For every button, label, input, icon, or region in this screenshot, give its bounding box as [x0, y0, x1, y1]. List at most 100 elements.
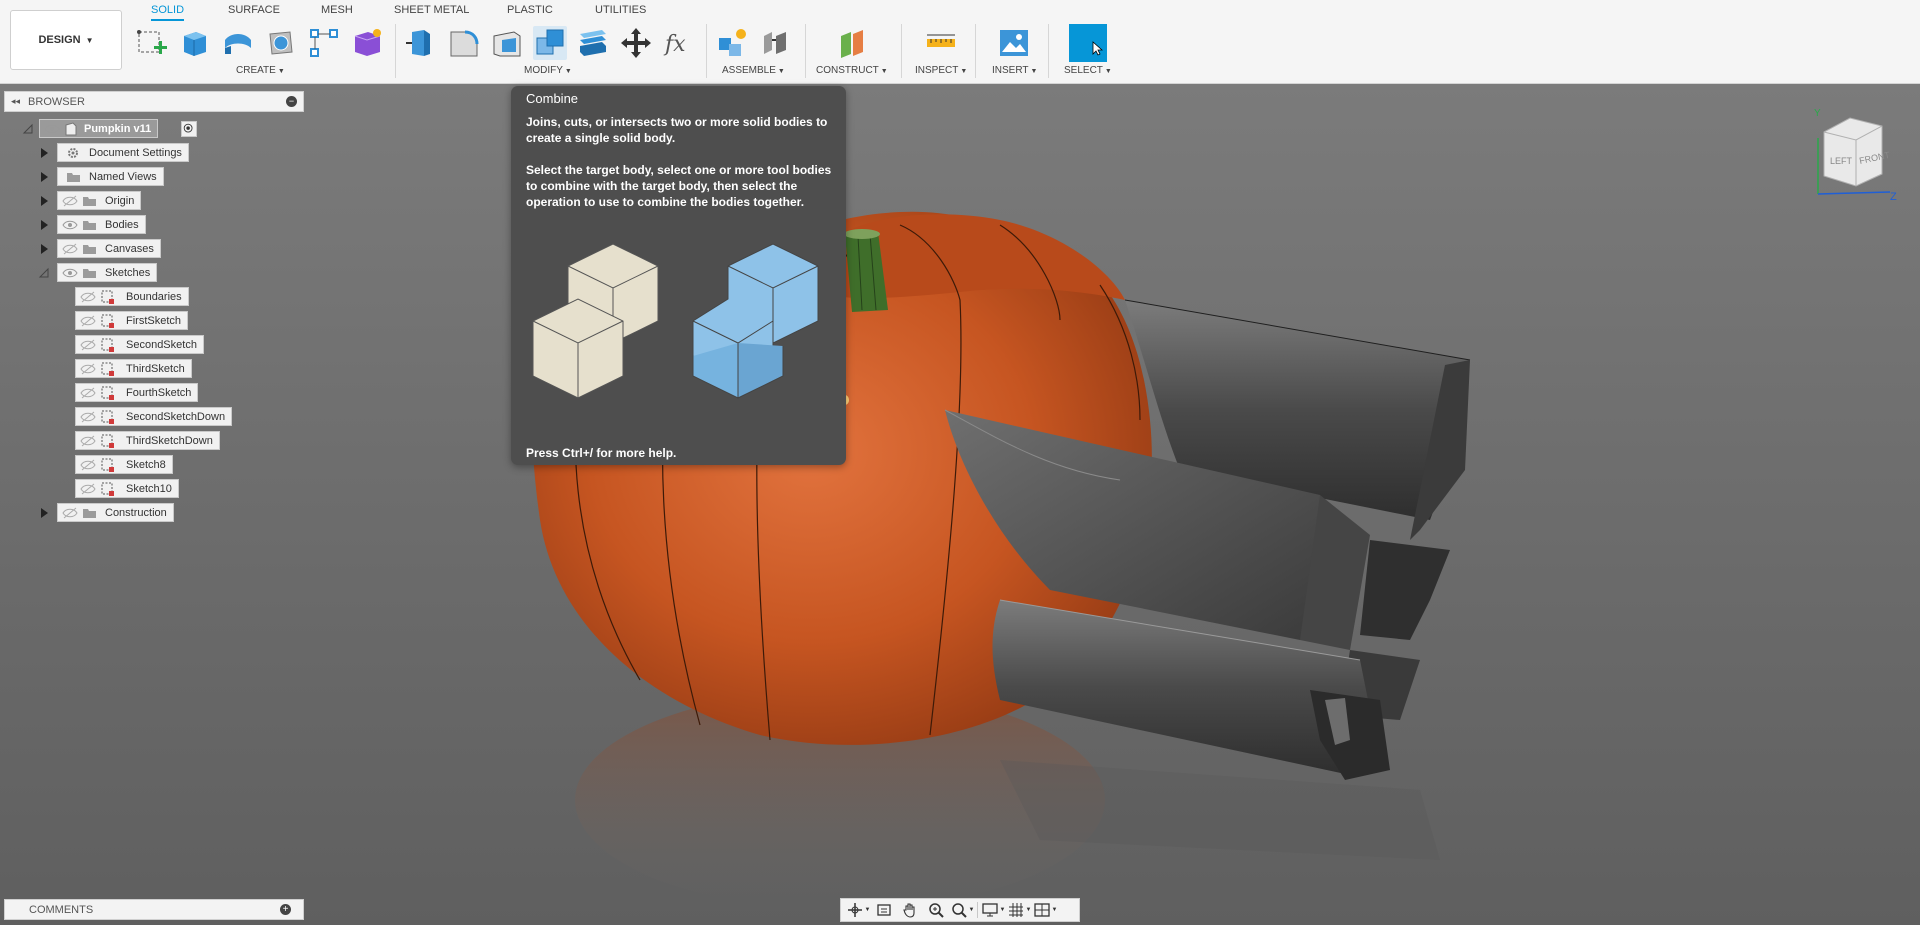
tree-item-sketch[interactable]: Sketch8: [75, 455, 173, 474]
split-body-button[interactable]: [576, 26, 610, 60]
tree-item-sketch[interactable]: SecondSketch: [75, 335, 204, 354]
fit-button[interactable]: ▼: [949, 900, 975, 920]
graphics-viewport[interactable]: [0, 84, 1920, 925]
tab-utilities[interactable]: UTILITIES: [595, 4, 646, 19]
assemble-menu[interactable]: ASSEMBLE ▼: [722, 65, 785, 76]
tab-solid[interactable]: SOLID: [151, 4, 185, 21]
move-copy-button[interactable]: [619, 26, 653, 60]
tab-sheet-metal[interactable]: SHEET METAL: [394, 4, 469, 19]
tree-item-sketches[interactable]: Sketches: [57, 263, 158, 282]
eye-hidden-icon[interactable]: [80, 291, 96, 303]
sketch-icon: [101, 362, 114, 376]
parameters-button[interactable]: fx: [662, 26, 696, 60]
tree-item-sketch[interactable]: ThirdSketchDown: [75, 431, 220, 450]
expand-arrow-icon[interactable]: [38, 147, 50, 159]
pan-button[interactable]: [897, 900, 923, 920]
insert-menu[interactable]: INSERT ▼: [992, 65, 1037, 76]
collapse-panel-icon[interactable]: ◂◂: [11, 96, 20, 107]
eye-icon[interactable]: [62, 267, 78, 279]
expand-arrow-icon[interactable]: [38, 171, 50, 183]
sketch-icon: [101, 386, 114, 400]
extrude-button[interactable]: [178, 26, 212, 60]
collapse-arrow-icon[interactable]: [22, 123, 34, 135]
activate-radio-icon[interactable]: [181, 121, 197, 137]
eye-hidden-icon[interactable]: [62, 195, 78, 207]
tree-item-label: Origin: [105, 194, 135, 207]
eye-hidden-icon[interactable]: [80, 459, 96, 471]
tree-item-canvases[interactable]: Canvases: [57, 239, 161, 258]
eye-icon[interactable]: [44, 123, 60, 135]
inspect-menu[interactable]: INSPECT ▼: [915, 65, 967, 76]
add-comment-icon[interactable]: +: [280, 904, 291, 915]
expand-arrow-icon[interactable]: [38, 195, 50, 207]
tree-item-sketch[interactable]: SecondSketchDown: [75, 407, 233, 426]
eye-hidden-icon[interactable]: [80, 483, 96, 495]
tree-item-label: ThirdSketch: [126, 362, 185, 375]
expand-arrow-icon[interactable]: [38, 243, 50, 255]
view-cube[interactable]: Y Z LEFT FRONT: [1810, 104, 1900, 204]
eye-hidden-icon[interactable]: [62, 507, 78, 519]
eye-hidden-icon[interactable]: [80, 387, 96, 399]
sketch-icon: [101, 338, 114, 352]
combine-button[interactable]: [533, 26, 567, 60]
revolve-button[interactable]: [221, 26, 255, 60]
select-menu[interactable]: SELECT ▼: [1064, 65, 1112, 76]
sketch-icon: [101, 434, 114, 448]
tree-item-origin[interactable]: Origin: [57, 191, 142, 210]
look-at-button[interactable]: [871, 900, 897, 920]
fillet-button[interactable]: [447, 26, 481, 60]
eye-icon[interactable]: [62, 219, 78, 231]
cube-face-left[interactable]: LEFT: [1830, 156, 1853, 166]
grid-settings-button[interactable]: ▼: [1006, 900, 1032, 920]
create-menu[interactable]: CREATE ▼: [236, 65, 285, 76]
tree-item-sketch[interactable]: Boundaries: [75, 287, 189, 306]
expand-arrow-icon[interactable]: [38, 507, 50, 519]
eye-hidden-icon[interactable]: [80, 339, 96, 351]
eye-hidden-icon[interactable]: [80, 363, 96, 375]
insert-canvas-button[interactable]: [997, 26, 1031, 60]
tree-root-document[interactable]: Pumpkin v11: [39, 119, 159, 138]
hole-button[interactable]: [264, 26, 298, 60]
tree-item-sketch[interactable]: ThirdSketch: [75, 359, 192, 378]
eye-hidden-icon[interactable]: [80, 315, 96, 327]
orbit-button[interactable]: ▼: [845, 900, 871, 920]
tree-item-document-settings[interactable]: Document Settings: [57, 143, 189, 162]
zoom-button[interactable]: [923, 900, 949, 920]
tree-item-bodies[interactable]: Bodies: [57, 215, 146, 234]
image-icon: [1000, 30, 1028, 56]
collapse-arrow-icon[interactable]: [38, 267, 50, 279]
display-settings-button[interactable]: ▼: [980, 900, 1006, 920]
press-pull-button[interactable]: [404, 26, 438, 60]
modify-menu[interactable]: MODIFY ▼: [524, 65, 572, 76]
tab-mesh[interactable]: MESH: [321, 4, 353, 19]
create-form-button[interactable]: [350, 26, 384, 60]
measure-button[interactable]: [924, 26, 958, 60]
offset-plane-button[interactable]: [835, 26, 869, 60]
navigation-bar: ▼ ▼ ▼ ▼ ▼: [840, 898, 1080, 922]
new-component-button[interactable]: [715, 26, 749, 60]
combine-before-illustration: [532, 243, 659, 399]
joint-button[interactable]: [758, 26, 792, 60]
combine-after-illustration: [692, 243, 819, 399]
shell-button[interactable]: [490, 26, 524, 60]
eye-hidden-icon[interactable]: [62, 243, 78, 255]
tab-plastic[interactable]: PLASTIC: [507, 4, 553, 19]
tree-item-sketch[interactable]: Sketch10: [75, 479, 179, 498]
construct-menu[interactable]: CONSTRUCT ▼: [816, 65, 888, 76]
viewports-button[interactable]: ▼: [1032, 900, 1058, 920]
tree-item-construction[interactable]: Construction: [57, 503, 174, 522]
workspace-switcher[interactable]: DESIGN ▼: [10, 10, 122, 70]
expand-arrow-icon[interactable]: [38, 219, 50, 231]
eye-hidden-icon[interactable]: [80, 411, 96, 423]
browser-close-icon[interactable]: −: [286, 96, 297, 107]
create-sketch-button[interactable]: [135, 26, 169, 60]
tree-item-sketch[interactable]: FirstSketch: [75, 311, 189, 330]
tree-item-sketch[interactable]: FourthSketch: [75, 383, 199, 402]
select-button[interactable]: [1069, 24, 1107, 62]
pattern-button[interactable]: [307, 26, 341, 60]
model-scene[interactable]: [0, 84, 1920, 925]
tree-item-named-views[interactable]: Named Views: [57, 167, 164, 186]
comments-panel[interactable]: COMMENTS +: [4, 899, 304, 920]
eye-hidden-icon[interactable]: [80, 435, 96, 447]
tab-surface[interactable]: SURFACE: [228, 4, 280, 19]
